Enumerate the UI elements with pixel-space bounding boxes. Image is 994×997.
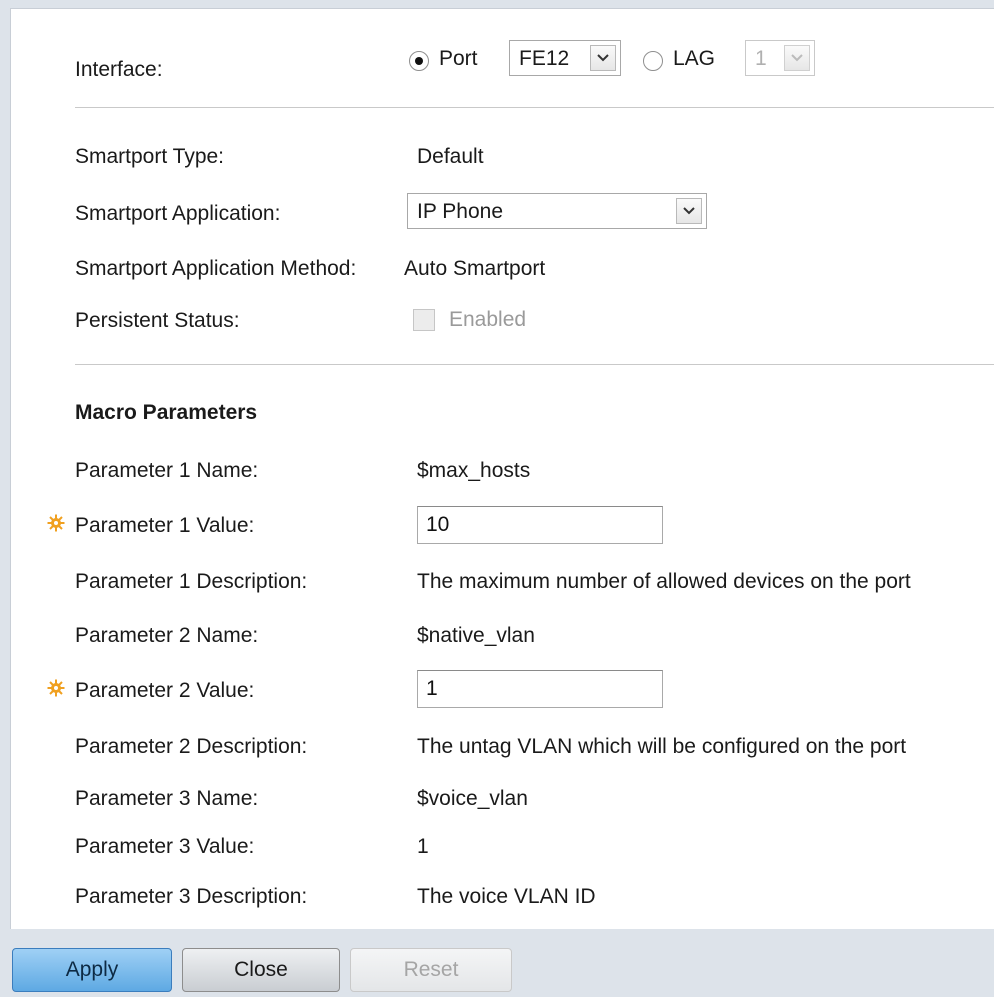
radio-selected-dot: [415, 57, 423, 65]
chevron-down-icon: [590, 45, 616, 71]
param2-value-label: Parameter 2 Value:: [75, 679, 255, 702]
interface-label: Interface:: [75, 58, 163, 81]
port-select[interactable]: FE12: [509, 40, 621, 76]
lag-select[interactable]: 1: [745, 40, 815, 76]
param1-description-value: The maximum number of allowed devices on…: [417, 570, 911, 593]
param1-value-input[interactable]: [417, 506, 663, 544]
param3-name-label: Parameter 3 Name:: [75, 787, 259, 810]
persistent-status-checkbox-label: Enabled: [449, 308, 527, 331]
form-panel: Interface: Port FE12 LAG 1 Smartport Typ…: [10, 8, 994, 929]
port-radio-label: Port: [439, 47, 478, 70]
gear-icon: [47, 679, 65, 697]
divider: [75, 364, 994, 365]
param3-value-value: 1: [417, 835, 429, 858]
param3-name-value: $voice_vlan: [417, 787, 528, 810]
smartport-application-select[interactable]: IP Phone: [407, 193, 707, 229]
lag-radio[interactable]: [643, 51, 663, 71]
port-radio[interactable]: [409, 51, 429, 71]
param1-description-label: Parameter 1 Description:: [75, 570, 308, 593]
persistent-status-label: Persistent Status:: [75, 309, 240, 332]
param2-description-label: Parameter 2 Description:: [75, 735, 308, 758]
smartport-type-value: Default: [417, 145, 484, 168]
close-button[interactable]: Close: [182, 948, 340, 992]
param1-name-value: $max_hosts: [417, 459, 531, 482]
param3-description-value: The voice VLAN ID: [417, 885, 596, 908]
lag-select-value: 1: [755, 47, 767, 70]
smartport-application-value: IP Phone: [417, 200, 504, 223]
gear-icon: [47, 514, 65, 532]
param3-description-label: Parameter 3 Description:: [75, 885, 308, 908]
smartport-application-label: Smartport Application:: [75, 202, 281, 225]
lag-radio-label: LAG: [673, 47, 716, 70]
macro-parameters-heading: Macro Parameters: [75, 401, 258, 424]
param1-value-label: Parameter 1 Value:: [75, 514, 255, 537]
param2-name-value: $native_vlan: [417, 624, 535, 647]
chevron-down-icon: [676, 198, 702, 224]
chevron-down-icon: [784, 45, 810, 71]
divider: [75, 107, 994, 108]
smartport-method-label: Smartport Application Method:: [75, 257, 357, 280]
param3-value-label: Parameter 3 Value:: [75, 835, 255, 858]
port-select-value: FE12: [519, 47, 570, 70]
smartport-method-value: Auto Smartport: [404, 257, 546, 280]
param2-name-label: Parameter 2 Name:: [75, 624, 259, 647]
param2-value-input[interactable]: [417, 670, 663, 708]
param1-name-label: Parameter 1 Name:: [75, 459, 259, 482]
smartport-type-label: Smartport Type:: [75, 145, 225, 168]
apply-button[interactable]: Apply: [12, 948, 172, 992]
param2-description-value: The untag VLAN which will be configured …: [417, 735, 907, 758]
persistent-status-checkbox[interactable]: [413, 309, 435, 331]
reset-button[interactable]: Reset: [350, 948, 512, 992]
